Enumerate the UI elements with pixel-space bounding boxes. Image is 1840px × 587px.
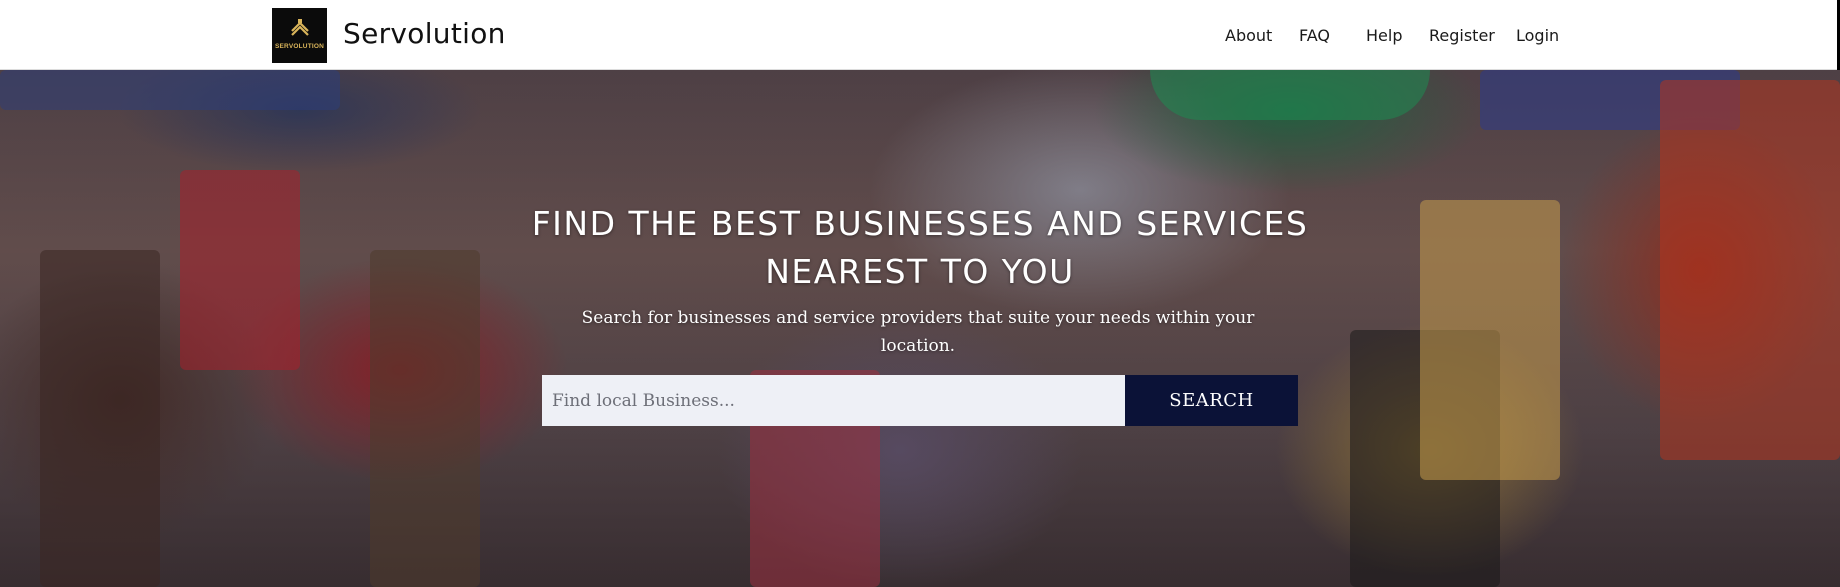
logo[interactable]: SERVOLUTION — [272, 8, 327, 63]
search-form: SEARCH — [542, 375, 1298, 426]
nav-login[interactable]: Login — [1516, 26, 1559, 45]
search-button[interactable]: SEARCH — [1125, 375, 1298, 426]
hero-section: FIND THE BEST BUSINESSES AND SERVICES NE… — [0, 70, 1840, 587]
awning-shape — [0, 70, 340, 110]
servolution-logo-icon — [291, 19, 309, 36]
person-shape — [40, 250, 160, 587]
nav-about[interactable]: About — [1225, 26, 1272, 45]
person-shape — [370, 250, 480, 587]
hero-title-line1: FIND THE BEST BUSINESSES AND SERVICES — [531, 204, 1309, 243]
nav-faq[interactable]: FAQ — [1299, 26, 1330, 45]
logo-text: SERVOLUTION — [274, 43, 325, 50]
nav-help[interactable]: Help — [1366, 26, 1402, 45]
brand-name[interactable]: Servolution — [343, 17, 506, 50]
search-input[interactable] — [542, 375, 1125, 426]
person-shape — [180, 170, 300, 370]
hero-subtitle-line2: location. — [880, 336, 956, 356]
nav-register[interactable]: Register — [1429, 26, 1495, 45]
hero-title: FIND THE BEST BUSINESSES AND SERVICES NE… — [520, 200, 1320, 296]
hero-subtitle-line1: Search for businesses and service provid… — [581, 308, 1255, 328]
fabric-stack-shape — [1660, 80, 1840, 460]
umbrella-shape — [1150, 70, 1430, 120]
hero-subtitle: Search for businesses and service provid… — [568, 304, 1268, 360]
site-header: SERVOLUTION Servolution About FAQ Help R… — [0, 0, 1840, 70]
person-shape — [1420, 200, 1560, 480]
hero-title-line2: NEAREST TO YOU — [765, 252, 1075, 291]
